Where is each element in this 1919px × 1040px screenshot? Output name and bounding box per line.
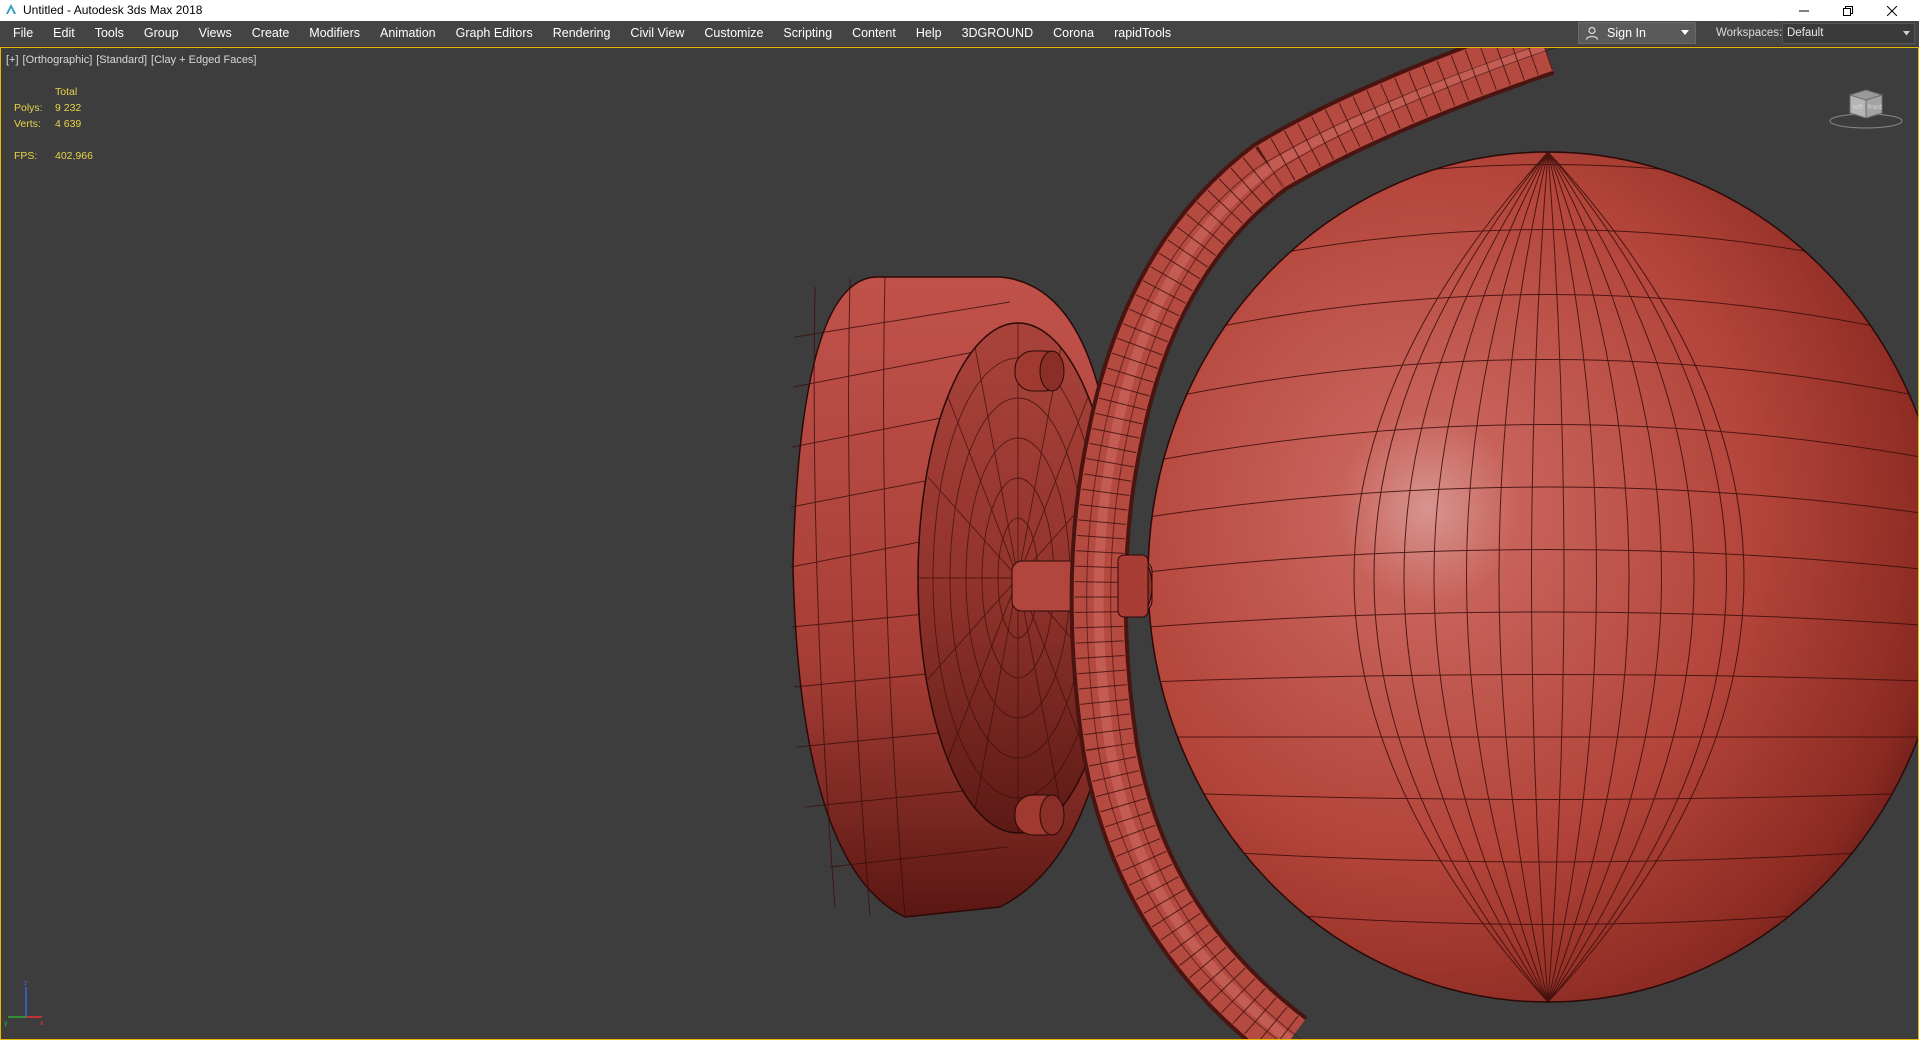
menu-help[interactable]: Help xyxy=(906,21,952,46)
workspaces-label: Workspaces: xyxy=(1716,27,1783,39)
minimize-icon xyxy=(1799,10,1809,11)
menu-scripting[interactable]: Scripting xyxy=(773,21,842,46)
menu-customize[interactable]: Customize xyxy=(694,21,773,46)
screw-top xyxy=(1014,350,1065,392)
sign-in-button[interactable]: Sign In xyxy=(1578,22,1696,44)
stats-header: Total xyxy=(55,86,78,98)
viewcube-icon[interactable]: left front xyxy=(1826,81,1906,131)
menu-tools[interactable]: Tools xyxy=(85,21,134,46)
window-title: Untitled - Autodesk 3ds Max 2018 xyxy=(23,3,203,17)
polys-value: 9 232 xyxy=(55,102,82,114)
viewcube-left-face: left xyxy=(1853,104,1863,111)
svg-text:x: x xyxy=(40,1020,44,1027)
menu-graph-editors[interactable]: Graph Editors xyxy=(446,21,543,46)
title-bar: Untitled - Autodesk 3ds Max 2018 xyxy=(0,0,1919,21)
menu-content[interactable]: Content xyxy=(842,21,906,46)
close-button[interactable] xyxy=(1870,0,1914,21)
scene-render xyxy=(790,47,1919,1040)
menu-edit[interactable]: Edit xyxy=(43,21,85,46)
sign-in-label: Sign In xyxy=(1607,26,1646,40)
main-menu: File Edit Tools Group Views Create Modif… xyxy=(0,21,1181,46)
menu-rapidtools[interactable]: rapidTools xyxy=(1104,21,1181,46)
viewport-label-menu: [+] [Orthographic] [Standard] [Clay + Ed… xyxy=(6,54,257,66)
menu-rendering[interactable]: Rendering xyxy=(543,21,621,46)
menu-group[interactable]: Group xyxy=(134,21,189,46)
fps-label: FPS: xyxy=(14,150,38,162)
menu-create[interactable]: Create xyxy=(242,21,300,46)
close-icon xyxy=(1887,5,1897,16)
menu-modifiers[interactable]: Modifiers xyxy=(299,21,370,46)
workspaces-dropdown[interactable]: Default xyxy=(1782,23,1915,44)
menu-3dground[interactable]: 3DGROUND xyxy=(952,21,1044,46)
fps-value: 402,966 xyxy=(55,150,93,162)
menu-corona[interactable]: Corona xyxy=(1043,21,1104,46)
axis-tripod-icon: z x y xyxy=(4,980,44,1027)
sphere-mesh xyxy=(1147,151,1919,1003)
viewport-shading-mode-menu[interactable]: [Standard] xyxy=(96,54,147,66)
menu-views[interactable]: Views xyxy=(189,21,242,46)
viewport-display-style-menu[interactable]: [Clay + Edged Faces] xyxy=(151,54,256,66)
menu-civil-view[interactable]: Civil View xyxy=(620,21,694,46)
3dsmax-app-icon xyxy=(6,4,16,14)
app-window: Untitled - Autodesk 3ds Max 2018 File Ed… xyxy=(0,0,1919,1040)
minimize-button[interactable] xyxy=(1782,0,1826,21)
restore-icon xyxy=(1843,5,1853,16)
restore-button[interactable] xyxy=(1826,0,1870,21)
chevron-down-icon xyxy=(1903,31,1910,36)
verts-value: 4 639 xyxy=(55,118,82,130)
polys-label: Polys: xyxy=(14,102,43,114)
verts-label: Verts: xyxy=(14,118,41,130)
chevron-down-icon xyxy=(1681,30,1689,35)
svg-text:y: y xyxy=(4,1020,8,1027)
workspaces-value: Default xyxy=(1787,27,1824,39)
viewport-point-of-view-menu[interactable]: [Orthographic] xyxy=(23,54,93,66)
viewcube-front-face: front xyxy=(1868,104,1883,111)
perspective-viewport[interactable]: [+] [Orthographic] [Standard] [Clay + Ed… xyxy=(0,47,1919,1040)
viewport-general-menu[interactable]: [+] xyxy=(6,54,19,66)
svg-text:z: z xyxy=(24,980,27,987)
menu-animation[interactable]: Animation xyxy=(370,21,446,46)
menu-file[interactable]: File xyxy=(0,21,43,46)
menu-bar: File Edit Tools Group Views Create Modif… xyxy=(0,21,1919,47)
user-icon xyxy=(1585,26,1599,40)
screw-bottom xyxy=(1014,794,1065,836)
